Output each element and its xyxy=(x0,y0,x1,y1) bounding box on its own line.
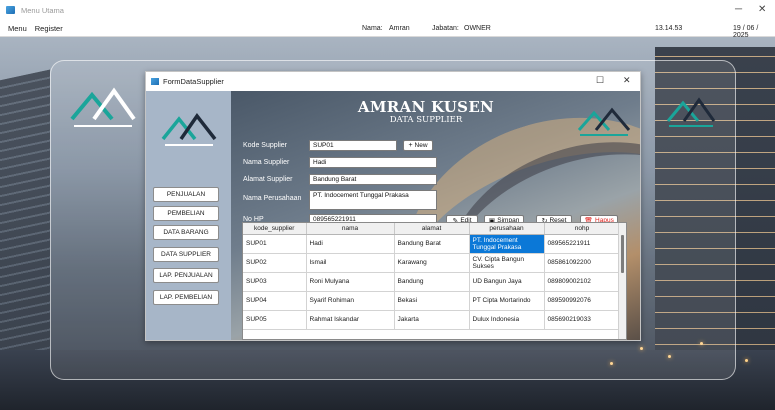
col-header-alamat[interactable]: alamat xyxy=(394,223,470,235)
table-cell: 089809002102 xyxy=(544,272,621,292)
nav-lap-penjualan-button[interactable]: LAP. PENJUALAN xyxy=(153,268,219,283)
form-title: FormDataSupplier xyxy=(163,77,224,86)
amran-logo-icon xyxy=(161,113,217,146)
table-vertical-scrollbar[interactable] xyxy=(618,223,626,339)
table-cell: SUP05 xyxy=(243,310,307,330)
col-header-nohp[interactable]: nohp xyxy=(544,223,621,235)
table-cell: CV. Cipta Bangun Sukses xyxy=(469,253,545,273)
nama-perusahaan-label: Nama Perusahaan xyxy=(243,195,302,202)
nama-supplier-input[interactable]: Hadi xyxy=(309,157,437,168)
table-cell: Bekasi xyxy=(394,291,470,311)
app-titlebar: Menu Utama ─ ✕ xyxy=(0,0,775,20)
col-header-kode-supplier[interactable]: kode_supplier xyxy=(243,223,307,235)
app-icon xyxy=(6,6,15,14)
table-cell: 089565221911 xyxy=(544,234,621,254)
table-cell: Ismail xyxy=(306,253,395,273)
nav-data-barang-button[interactable]: DATA BARANG xyxy=(153,225,219,240)
nav-lap-pembelian-button[interactable]: LAP. PEMBELIAN xyxy=(153,290,219,305)
menu-item-register[interactable]: Register xyxy=(35,24,63,33)
nama-label: Nama: xyxy=(362,25,383,32)
jabatan-label: Jabatan: xyxy=(432,25,459,32)
kode-supplier-label: Kode Supplier xyxy=(243,142,287,149)
table-cell: UD Bangun Jaya xyxy=(469,272,545,292)
form-icon xyxy=(151,78,159,85)
jabatan-value: OWNER xyxy=(464,25,491,32)
col-header-nama[interactable]: nama xyxy=(306,223,395,235)
building-left xyxy=(0,69,50,385)
alamat-supplier-label: Alamat Supplier xyxy=(243,176,293,183)
new-button[interactable]: + New xyxy=(403,140,433,151)
table-row[interactable]: SUP01 Hadi Bandung Barat PT. Indocement … xyxy=(243,234,621,254)
amran-logo-icon-header xyxy=(577,107,631,136)
table-cell: 085861092200 xyxy=(544,253,621,273)
col-header-perusahaan[interactable]: perusahaan xyxy=(469,223,545,235)
header-subtitle: DATA SUPPLIER xyxy=(389,115,463,125)
close-form-button[interactable]: ✕ xyxy=(623,75,631,86)
kode-supplier-input[interactable]: SUP01 xyxy=(309,140,397,151)
table-cell: Jakarta xyxy=(394,310,470,330)
table-cell: Dulux Indonesia xyxy=(469,310,545,330)
main-menubar: Menu Register Nama: Amran Jabatan: OWNER… xyxy=(0,20,775,39)
alamat-supplier-input[interactable]: Bandung Barat xyxy=(309,174,437,185)
nama-perusahaan-input[interactable]: PT. Indocement Tunggal Prakasa xyxy=(309,190,437,210)
nama-supplier-label: Nama Supplier xyxy=(243,159,290,166)
table-cell: Rahmat Iskandar xyxy=(306,310,395,330)
close-window-button[interactable]: ✕ xyxy=(758,4,766,15)
table-cell: SUP01 xyxy=(243,234,307,254)
table-row[interactable]: SUP03 Roni Mulyana Bandung UD Bangun Jay… xyxy=(243,272,621,292)
maximize-button[interactable]: ☐ xyxy=(596,75,604,86)
form-titlebar: FormDataSupplier ☐ ✕ xyxy=(146,72,640,91)
app-title: Menu Utama xyxy=(21,5,64,15)
supplier-table[interactable]: kode_supplier nama alamat perusahaan noh… xyxy=(242,222,627,340)
nav-penjualan-button[interactable]: PENJUALAN xyxy=(153,187,219,202)
table-row[interactable]: SUP05 Rahmat Iskandar Jakarta Dulux Indo… xyxy=(243,310,621,330)
table-cell: PT Cipta Mortarindo xyxy=(469,291,545,311)
table-cell: SUP02 xyxy=(243,253,307,273)
amran-logo-icon xyxy=(70,87,136,127)
amran-logo-icon-right xyxy=(666,97,716,127)
city-light xyxy=(745,359,748,362)
nama-value: Amran xyxy=(389,25,410,32)
form-body: PENJUALAN PEMBELIAN DATA BARANG DATA SUP… xyxy=(146,91,640,340)
new-button-label: New xyxy=(414,142,428,149)
table-cell: Roni Mulyana xyxy=(306,272,395,292)
nav-pembelian-button[interactable]: PEMBELIAN xyxy=(153,206,219,221)
table-cell: Karawang xyxy=(394,253,470,273)
table-cell: SUP04 xyxy=(243,291,307,311)
table-cell: 085690219033 xyxy=(544,310,621,330)
table-cell: Bandung Barat xyxy=(394,234,470,254)
content-area: AMRAN KUSEN DATA SUPPLIER Kode Supplier … xyxy=(231,91,640,340)
scrollbar-thumb[interactable] xyxy=(621,235,624,273)
minimize-button[interactable]: ─ xyxy=(735,4,742,15)
table-cell: Syarif Rohiman xyxy=(306,291,395,311)
clock-time: 13.14.53 xyxy=(655,25,683,32)
plus-icon: + xyxy=(408,142,413,149)
menu-item-menu[interactable]: Menu xyxy=(8,24,27,33)
table-header-row: kode_supplier nama alamat perusahaan noh… xyxy=(243,223,621,235)
table-row[interactable]: SUP04 Syarif Rohiman Bekasi PT Cipta Mor… xyxy=(243,291,621,311)
nav-data-supplier-button[interactable]: DATA SUPPLIER xyxy=(153,247,219,262)
left-nav-panel: PENJUALAN PEMBELIAN DATA BARANG DATA SUP… xyxy=(146,91,231,340)
table-cell: Bandung xyxy=(394,272,470,292)
table-cell: 089590992076 xyxy=(544,291,621,311)
form-data-supplier-window: FormDataSupplier ☐ ✕ PENJUALAN PEMBELIAN… xyxy=(145,71,641,341)
table-cell: Hadi xyxy=(306,234,395,254)
table-cell-selected: PT. Indocement Tunggal Prakasa xyxy=(469,234,545,254)
table-cell: SUP03 xyxy=(243,272,307,292)
table-row[interactable]: SUP02 Ismail Karawang CV. Cipta Bangun S… xyxy=(243,253,621,273)
header-title: AMRAN KUSEN xyxy=(357,98,495,116)
